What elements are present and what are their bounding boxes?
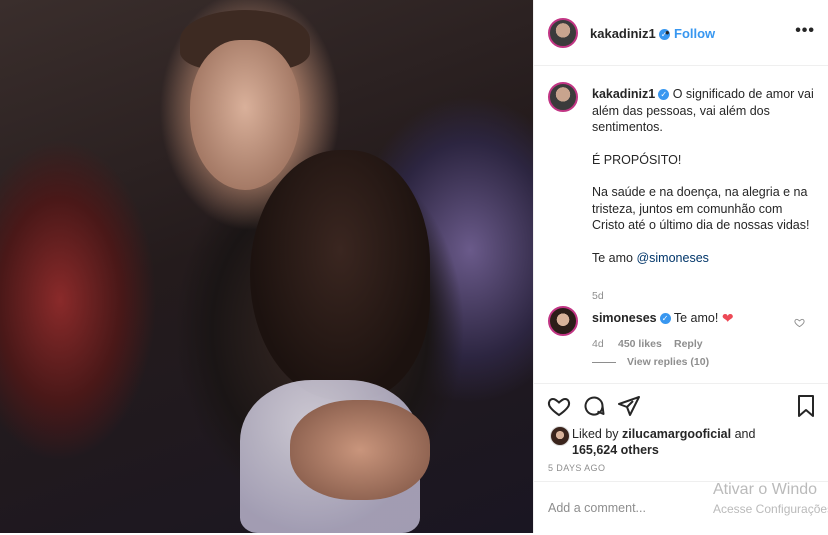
red-heart-emoji: ❤	[721, 310, 734, 326]
caption-age[interactable]: 5d	[592, 290, 604, 302]
bookmark-icon[interactable]	[794, 394, 818, 418]
caption-avatar[interactable]	[548, 82, 578, 112]
comment-age[interactable]: 4d	[592, 338, 604, 350]
likes-summary: Liked by zilucamargooficial and 165,624 …	[572, 426, 755, 458]
reply-button[interactable]: Reply	[674, 338, 703, 350]
post-side-panel: kakadiniz1 ✓ • Follow ••• kakadiniz1 ✓ O s…	[533, 0, 828, 533]
comment-text: simoneses ✓ Te amo! ❤	[592, 310, 734, 327]
add-comment-input[interactable]: Add a comment...	[548, 501, 646, 515]
caption-text: kakadiniz1 ✓ O significado de amor vai al…	[592, 86, 818, 282]
caption-section: kakadiniz1 ✓ O significado de amor vai al…	[534, 66, 828, 380]
comment-body: Te amo!	[673, 310, 719, 325]
replies-divider	[592, 362, 616, 363]
likes-others-count[interactable]: 165,624 others	[572, 443, 659, 457]
verified-badge-icon: ✓	[658, 89, 670, 101]
caption-line-2: É PROPÓSITO!	[592, 152, 682, 167]
author-username-text[interactable]: kakadiniz1	[590, 26, 656, 41]
separator-dot: •	[665, 25, 670, 40]
photo-detail-face	[190, 40, 300, 190]
post-photo[interactable]	[0, 0, 533, 533]
liked-by-and: and	[731, 427, 756, 441]
heart-icon[interactable]	[547, 394, 571, 418]
follow-button[interactable]: Follow	[674, 26, 715, 41]
verified-badge-icon: ✓	[659, 313, 671, 324]
comment-like-heart-icon[interactable]	[794, 317, 805, 328]
liker-avatar[interactable]	[550, 426, 570, 446]
commenter-avatar[interactable]	[548, 306, 578, 336]
photo-detail-hair	[250, 150, 430, 400]
windows-activation-title: Ativar o Windo	[713, 481, 818, 498]
comment-likes[interactable]: 450 likes	[618, 338, 662, 350]
photo-detail-hand	[290, 400, 430, 500]
more-icon[interactable]: •••	[795, 22, 815, 40]
windows-activation-subtitle: Acesse Configurações	[713, 502, 828, 516]
comment-icon[interactable]	[582, 394, 606, 418]
share-icon[interactable]	[617, 394, 641, 418]
mention-link[interactable]: @simoneses	[636, 251, 708, 265]
post-header: kakadiniz1 ✓ • Follow •••	[534, 0, 828, 66]
view-replies-button[interactable]: View replies (10)	[627, 356, 709, 368]
liked-by-user[interactable]: zilucamargooficial	[622, 427, 731, 441]
caption-line-4: Te amo	[592, 250, 637, 265]
caption-line-3: Na saúde e na doença, na alegria e na tr…	[592, 185, 810, 232]
post-date[interactable]: 5 DAYS AGO	[548, 463, 605, 473]
commenter-username[interactable]: simoneses	[592, 311, 657, 325]
caption-username[interactable]: kakadiniz1	[592, 87, 655, 101]
author-username[interactable]: kakadiniz1 ✓	[590, 26, 670, 41]
author-avatar[interactable]	[548, 18, 578, 48]
liked-by-prefix: Liked by	[572, 427, 623, 441]
